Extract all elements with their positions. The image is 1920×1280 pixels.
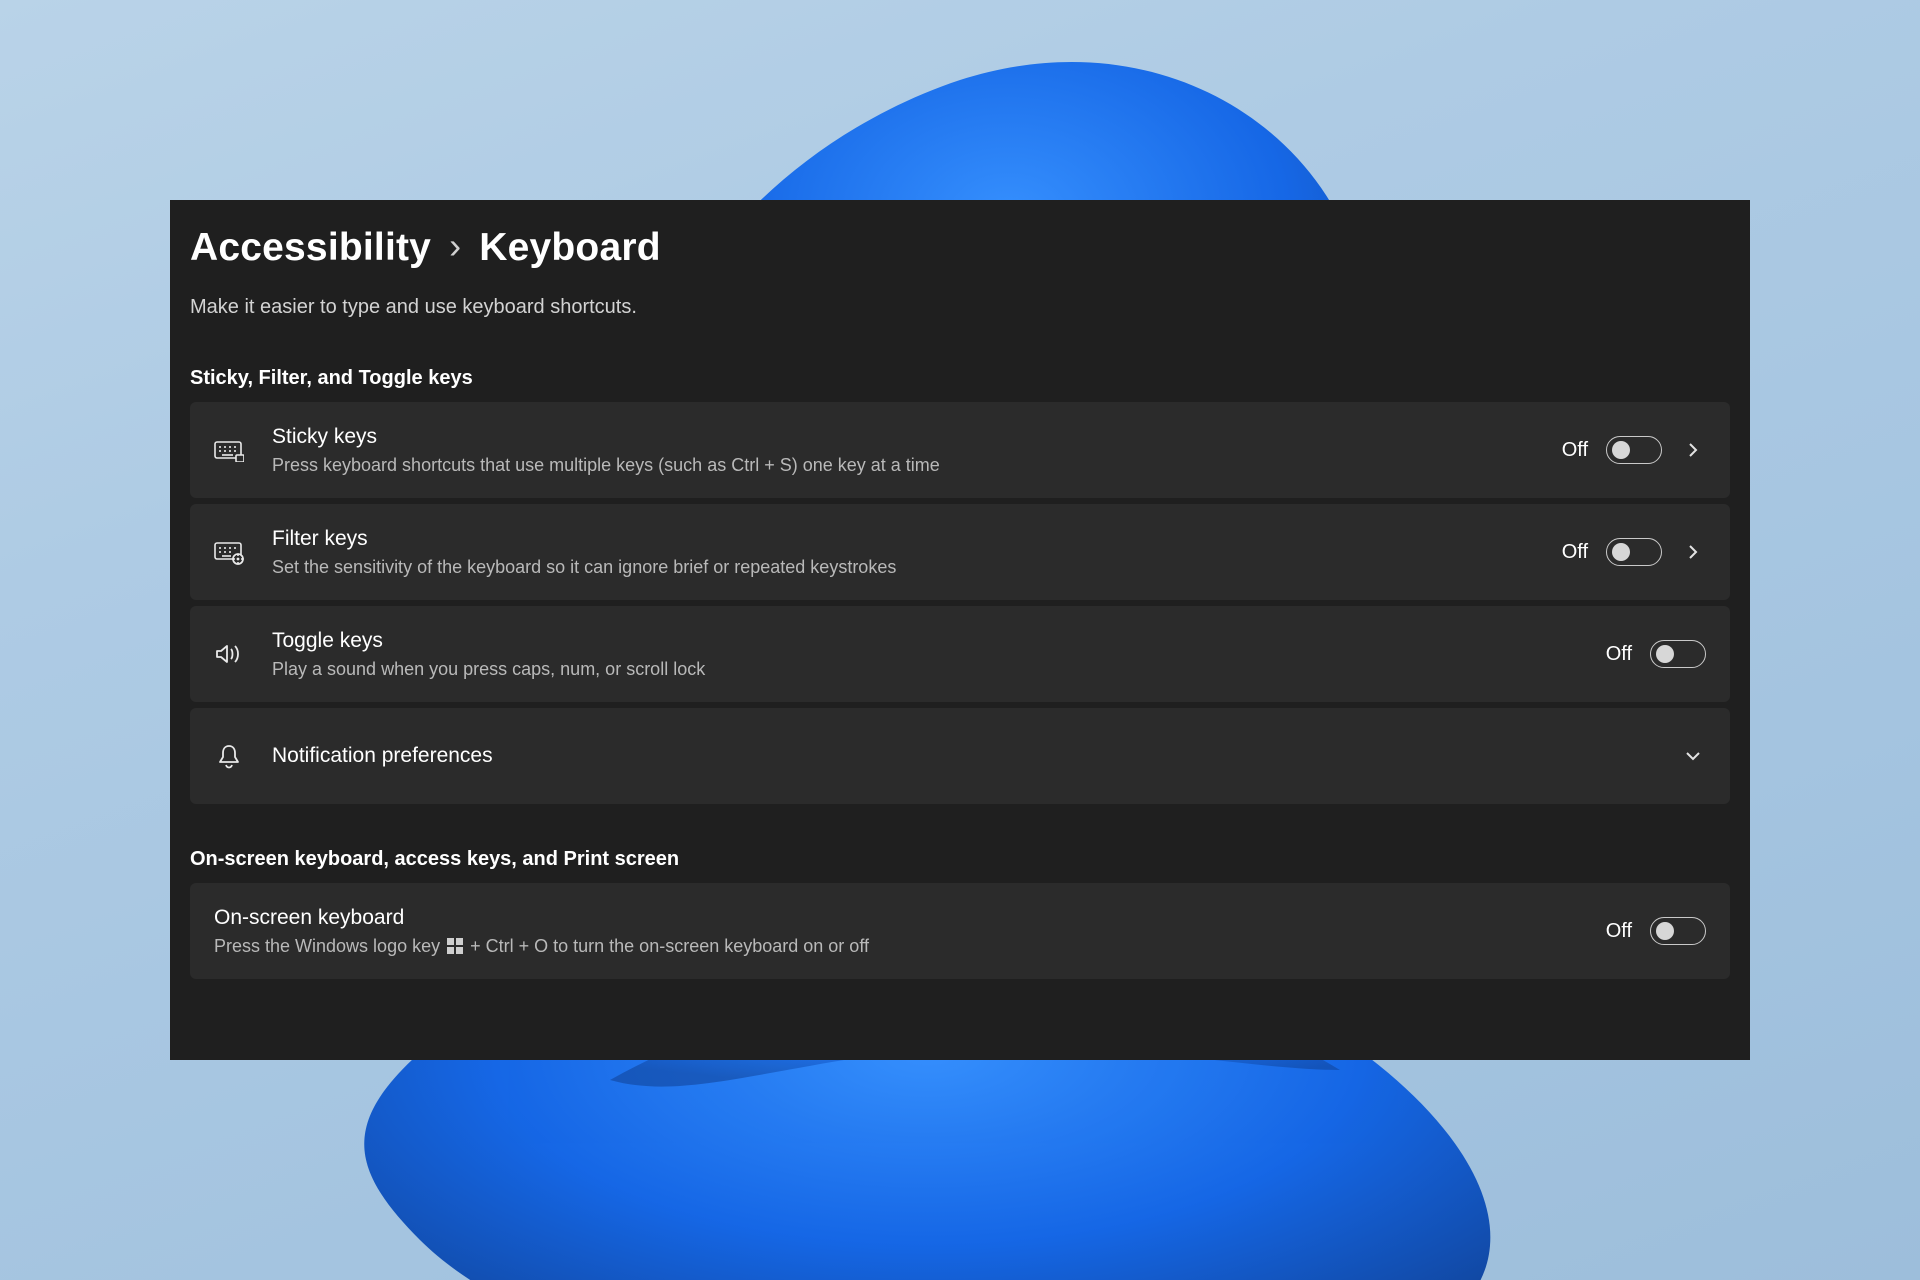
keyboard-icon: [212, 438, 246, 462]
filter-keys-toggle[interactable]: [1606, 538, 1662, 566]
setting-description: Set the sensitivity of the keyboard so i…: [272, 557, 1536, 578]
setting-description: Press the Windows logo key + Ctrl + O to…: [214, 936, 1580, 957]
toggle-keys-toggle[interactable]: [1650, 640, 1706, 668]
keyboard-filter-icon: [212, 539, 246, 565]
toggle-state-label: Off: [1606, 643, 1632, 666]
setting-description: Press keyboard shortcuts that use multip…: [272, 455, 1536, 476]
windows-logo-icon: [447, 938, 463, 954]
setting-row-filter-keys[interactable]: Filter keys Set the sensitivity of the k…: [190, 504, 1730, 600]
setting-title: Filter keys: [272, 527, 1536, 551]
bell-icon: [212, 742, 246, 770]
setting-title: Notification preferences: [272, 744, 1654, 768]
setting-row-sticky-keys[interactable]: Sticky keys Press keyboard shortcuts tha…: [190, 402, 1730, 498]
onscreen-keyboard-toggle[interactable]: [1650, 917, 1706, 945]
setting-row-onscreen-keyboard[interactable]: On-screen keyboard Press the Windows log…: [190, 883, 1730, 979]
breadcrumb: Accessibility › Keyboard: [190, 226, 1730, 270]
setting-row-notification-preferences[interactable]: Notification preferences: [190, 708, 1730, 804]
toggle-state-label: Off: [1562, 439, 1588, 462]
page-subtitle: Make it easier to type and use keyboard …: [190, 296, 1730, 319]
setting-title: On-screen keyboard: [214, 906, 1580, 930]
settings-window: Accessibility › Keyboard Make it easier …: [170, 200, 1750, 1060]
expand-chevron-down-icon[interactable]: [1680, 743, 1706, 769]
toggle-state-label: Off: [1606, 920, 1632, 943]
breadcrumb-current: Keyboard: [479, 226, 660, 270]
section-heading-keys: Sticky, Filter, and Toggle keys: [190, 367, 1730, 390]
sound-icon: [212, 641, 246, 667]
sticky-keys-toggle[interactable]: [1606, 436, 1662, 464]
chevron-right-icon: ›: [449, 225, 461, 267]
setting-row-toggle-keys[interactable]: Toggle keys Play a sound when you press …: [190, 606, 1730, 702]
setting-title: Toggle keys: [272, 629, 1580, 653]
expand-chevron-icon[interactable]: [1680, 539, 1706, 565]
section-heading-osk: On-screen keyboard, access keys, and Pri…: [190, 848, 1730, 871]
setting-title: Sticky keys: [272, 425, 1536, 449]
expand-chevron-icon[interactable]: [1680, 437, 1706, 463]
setting-description: Play a sound when you press caps, num, o…: [272, 659, 1580, 680]
toggle-state-label: Off: [1562, 541, 1588, 564]
breadcrumb-parent-link[interactable]: Accessibility: [190, 226, 431, 270]
